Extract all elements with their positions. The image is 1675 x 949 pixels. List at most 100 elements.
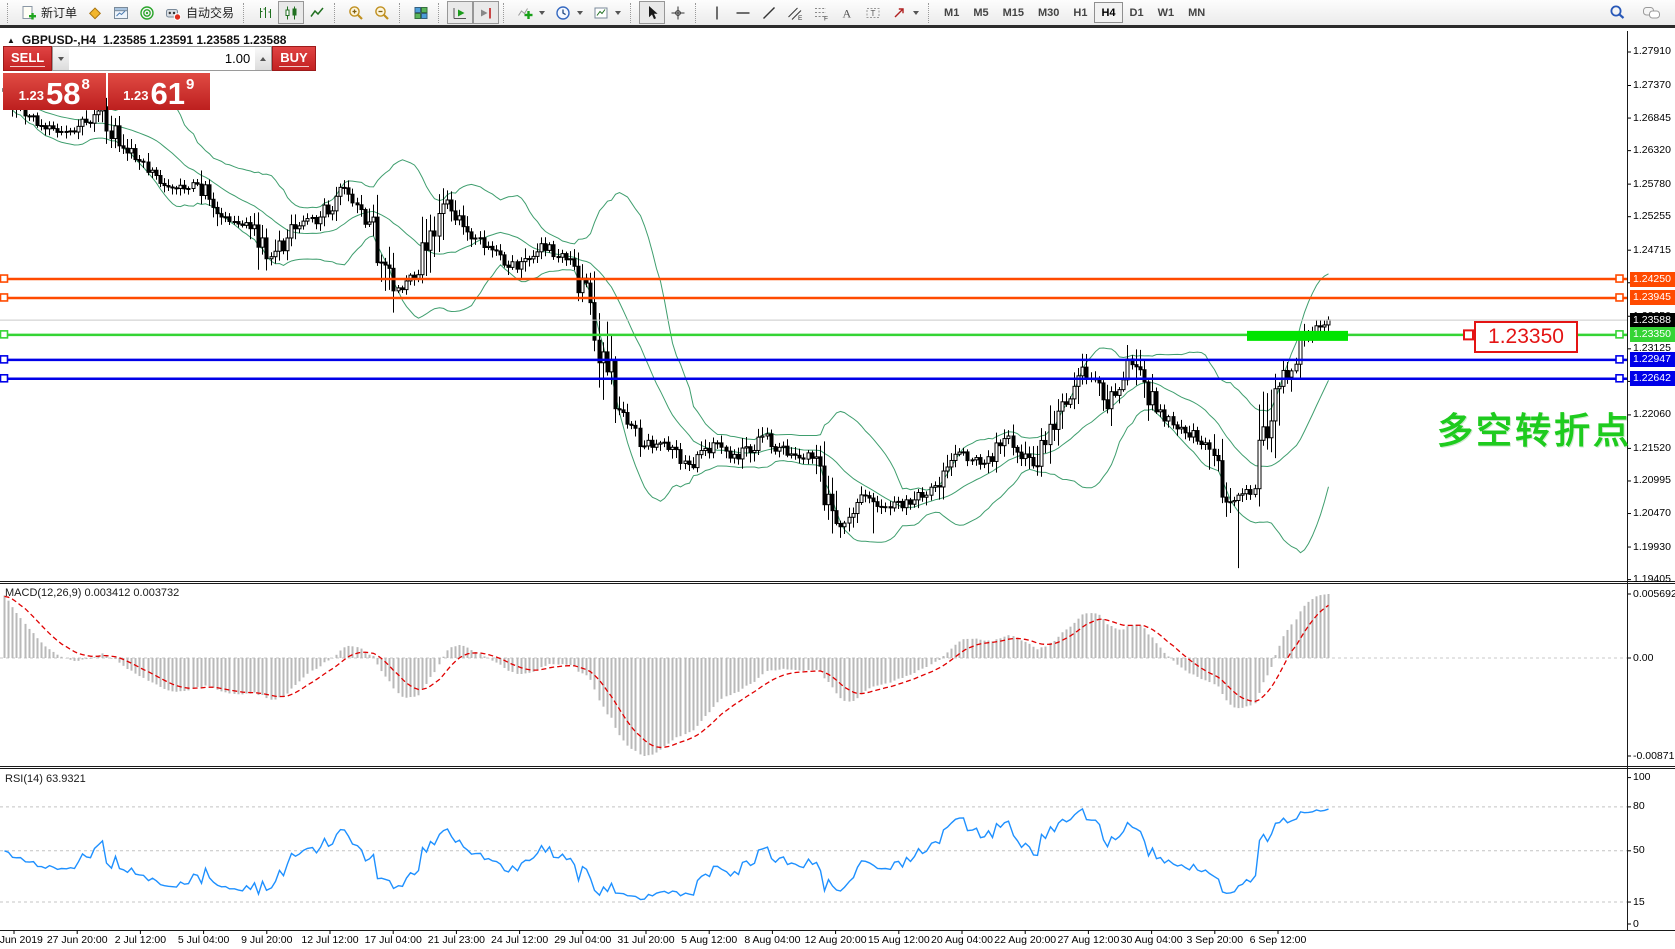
trendline-icon [761, 5, 777, 21]
caret-up-icon [260, 57, 266, 61]
rsi-line [5, 809, 1329, 900]
autotrading-label: 自动交易 [186, 4, 234, 21]
bar-chart-button[interactable] [252, 1, 278, 24]
cursor-tool-button[interactable] [639, 1, 665, 24]
rsi-label: RSI(14) 63.9321 [5, 773, 86, 785]
toolbar-grip [695, 3, 700, 23]
timeframe-m30-button[interactable]: M30 [1031, 2, 1066, 23]
buy-price-display[interactable]: 1.23 61 9 [108, 73, 211, 110]
new-order-icon [21, 5, 37, 21]
crosshair-tool-button[interactable] [665, 1, 691, 24]
timeframe-w1-button[interactable]: W1 [1151, 2, 1182, 23]
text-tool-button[interactable]: A [834, 1, 860, 24]
periods-button[interactable] [550, 1, 588, 24]
fibonacci-icon: F [813, 5, 829, 21]
market-watch-button[interactable] [108, 1, 134, 24]
volume-input[interactable] [69, 47, 255, 70]
caret-down-icon [58, 57, 64, 61]
horizontal-line-tool-button[interactable] [730, 1, 756, 24]
templates-button[interactable] [588, 1, 626, 24]
auto-scroll-button[interactable] [447, 1, 473, 24]
timeframe-m5-button[interactable]: M5 [966, 2, 995, 23]
svg-text:F: F [824, 15, 828, 21]
templates-icon [593, 5, 609, 21]
highlight-segment[interactable] [1247, 331, 1348, 341]
line-handle[interactable] [1, 331, 8, 338]
tile-windows-icon [413, 5, 429, 21]
volume-up-button[interactable] [255, 47, 271, 70]
search-button[interactable] [1604, 1, 1631, 24]
line-handle[interactable] [1, 375, 8, 382]
callout-handle[interactable] [1464, 330, 1473, 339]
ohlc-values: 1.23585 1.23591 1.23585 1.23588 [103, 33, 287, 47]
macd-label: MACD(12,26,9) 0.003412 0.003732 [5, 587, 179, 599]
line-handle[interactable] [1616, 375, 1623, 382]
timeframe-h1-button[interactable]: H1 [1066, 2, 1094, 23]
tile-windows-button[interactable] [408, 1, 434, 24]
sell-price-display[interactable]: 1.23 58 8 [3, 73, 106, 110]
horizontal-line-icon [735, 5, 751, 21]
sell-button[interactable]: SELL [3, 46, 52, 71]
autotrading-icon [165, 5, 182, 21]
candlestick-chart-button[interactable] [278, 1, 304, 24]
volume-down-button[interactable] [53, 47, 69, 70]
chart-shift-button[interactable] [473, 1, 499, 24]
crosshair-icon [670, 5, 686, 21]
dropdown-caret [577, 11, 583, 15]
search-icon [1609, 4, 1626, 21]
new-order-button[interactable]: 新订单 [16, 1, 82, 24]
line-handle[interactable] [1, 356, 8, 363]
timeframe-d1-button[interactable]: D1 [1123, 2, 1151, 23]
timeframe-h4-button[interactable]: H4 [1094, 2, 1122, 23]
dropdown-caret [913, 11, 919, 15]
buy-button[interactable]: BUY [272, 46, 315, 71]
chart-canvas[interactable] [0, 0, 1675, 949]
toolbar-grip [243, 3, 248, 23]
timeframe-m1-button[interactable]: M1 [937, 2, 966, 23]
metaeditor-button[interactable] [82, 1, 108, 24]
candlestick-chart-icon [283, 5, 299, 21]
metaeditor-icon [87, 5, 103, 21]
line-handle[interactable] [1616, 331, 1623, 338]
collapse-icon[interactable]: ▲ [7, 36, 15, 45]
svg-text:T: T [871, 8, 876, 17]
vertical-line-tool-button[interactable] [704, 1, 730, 24]
signals-button[interactable] [134, 1, 160, 24]
chat-button[interactable] [1637, 1, 1666, 24]
autotrading-button[interactable]: 自动交易 [160, 1, 239, 24]
line-handle[interactable] [1, 275, 8, 282]
buy-price-small: 1.23 [123, 88, 148, 103]
text-icon: A [839, 5, 855, 21]
line-handle[interactable] [1, 294, 8, 301]
new-order-label: 新订单 [41, 4, 77, 21]
zoom-out-button[interactable] [369, 1, 395, 24]
timeframe-mn-button[interactable]: MN [1181, 2, 1212, 23]
indicators-icon [517, 5, 533, 21]
chinese-annotation[interactable]: 多空转折点 [1437, 402, 1632, 454]
chat-icon [1642, 5, 1661, 21]
channel-tool-button[interactable]: E [782, 1, 808, 24]
macd-histogram [5, 594, 1329, 756]
trendline-tool-button[interactable] [756, 1, 782, 24]
line-handle[interactable] [1616, 275, 1623, 282]
sell-label: SELL [10, 50, 45, 67]
timeframe-m15-button[interactable]: M15 [996, 2, 1031, 23]
price-callout-box[interactable]: 1.23350 [1474, 321, 1578, 353]
zoom-in-button[interactable] [343, 1, 369, 24]
cursor-icon [644, 5, 660, 21]
chart-shift-icon [478, 5, 494, 21]
indicators-button[interactable] [512, 1, 550, 24]
clock-icon [555, 5, 571, 21]
buy-price-sup: 9 [186, 76, 194, 93]
arrows-tool-button[interactable] [886, 1, 924, 24]
channel-icon: E [787, 5, 803, 21]
toolbar-grip [928, 3, 933, 23]
signals-icon [139, 5, 155, 21]
line-handle[interactable] [1616, 294, 1623, 301]
line-handle[interactable] [1616, 356, 1623, 363]
text-label-tool-button[interactable]: T [860, 1, 886, 24]
line-chart-button[interactable] [304, 1, 330, 24]
fibonacci-tool-button[interactable]: F [808, 1, 834, 24]
toolbar-grip [334, 3, 339, 23]
macd-signal-line [5, 596, 1329, 747]
